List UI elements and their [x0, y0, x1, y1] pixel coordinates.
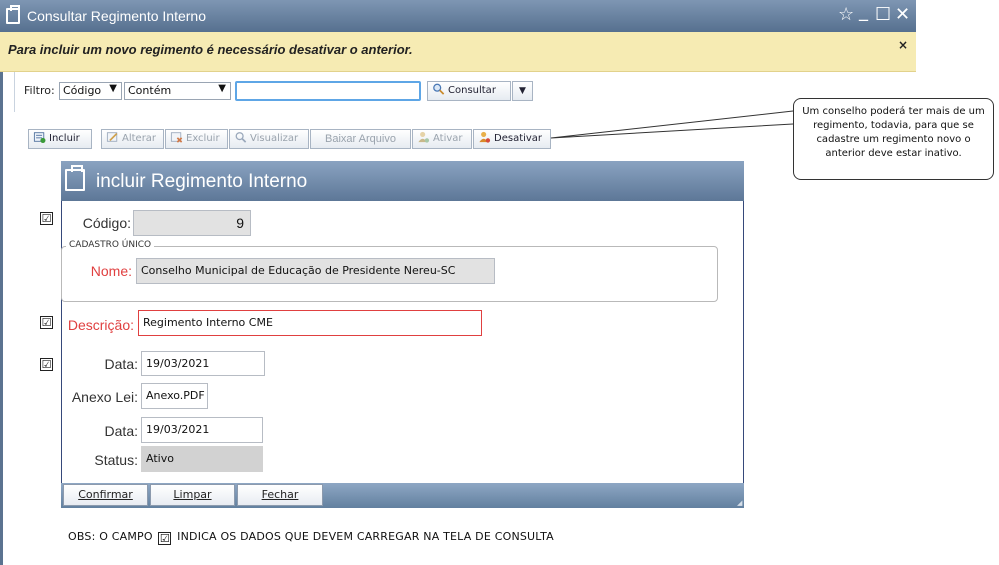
search-icon [433, 83, 445, 95]
user-activate-icon [418, 131, 430, 143]
data-input[interactable]: 19/03/2021 [141, 351, 265, 376]
confirmar-label: Confirmar [78, 488, 133, 501]
filter-bar: Filtro: Código ▼ Contém ▼ Consultar ▼ [14, 72, 916, 112]
consulta-checkbox-descricao: ☑ [40, 316, 53, 329]
obs-text-after: INDICA OS DADOS QUE DEVEM CARREGAR NA TE… [177, 530, 554, 543]
codigo-field: 9 [133, 210, 251, 236]
favorite-star-icon[interactable]: ☆ [838, 5, 854, 25]
descricao-input[interactable]: Regimento Interno CME [138, 310, 482, 336]
excluir-button[interactable]: Excluir [165, 129, 228, 149]
confirmar-button[interactable]: Confirmar [63, 484, 148, 506]
chevron-down-icon: ▼ [109, 83, 117, 94]
data-input-2[interactable]: 19/03/2021 [141, 417, 263, 443]
filter-operator-select[interactable]: Contém ▼ [124, 82, 231, 100]
desativar-label: Desativar [494, 133, 543, 144]
callout-pointer [550, 110, 794, 139]
user-deactivate-icon [479, 131, 491, 143]
consult-button-label: Consultar [448, 85, 496, 96]
data-label: Data: [104, 356, 138, 372]
ativar-label: Ativar [433, 133, 463, 144]
limpar-button[interactable]: Limpar [150, 484, 235, 506]
excluir-label: Excluir [186, 133, 220, 144]
incluir-button[interactable]: Incluir [28, 129, 92, 149]
window-titlebar: Consultar Regimento Interno ☆ _ ☐ ✕ [0, 0, 916, 32]
visualizar-label: Visualizar [250, 133, 299, 144]
filter-search-input[interactable] [235, 81, 421, 101]
add-record-icon [33, 132, 46, 143]
alterar-label: Alterar [122, 133, 157, 144]
checkbox-icon: ☑ [158, 532, 172, 545]
cadastro-unico-legend: CADASTRO ÚNICO [66, 240, 155, 250]
notice-close-icon[interactable]: × [898, 38, 908, 52]
fechar-label: Fechar [261, 488, 299, 501]
filter-label: Filtro: [24, 84, 55, 97]
limpar-label: Limpar [173, 488, 212, 501]
window-left-border [0, 0, 3, 565]
filter-field-value: Código [63, 84, 102, 97]
alterar-button[interactable]: Alterar [101, 129, 164, 149]
incluir-label: Incluir [49, 133, 80, 144]
codigo-label: Código: [82, 215, 131, 231]
desativar-button[interactable]: Desativar [473, 129, 551, 149]
chevron-down-icon: ▼ [218, 83, 226, 94]
nome-field: Conselho Municipal de Educação de Presid… [136, 258, 495, 284]
clipboard-icon [6, 5, 20, 24]
consulta-checkbox-data: ☑ [40, 358, 53, 371]
fechar-button[interactable]: Fechar [237, 484, 323, 506]
consult-button[interactable]: Consultar [427, 81, 511, 101]
delete-icon [170, 132, 183, 143]
status-field: Ativo [141, 446, 263, 472]
maximize-button[interactable]: ☐ [875, 5, 891, 25]
chevron-down-icon: ▼ [519, 86, 526, 96]
dialog-title: incluir Regimento Interno [96, 171, 308, 192]
close-button[interactable]: ✕ [895, 5, 910, 25]
obs-note: OBS: O CAMPO ☑ INDICA OS DADOS QUE DEVEM… [68, 530, 554, 545]
ativar-button[interactable]: Ativar [412, 129, 472, 149]
callout-note: Um conselho poderá ter mais de um regime… [793, 98, 994, 180]
dialog-titlebar: incluir Regimento Interno [61, 161, 744, 201]
baixar-arquivo-button[interactable]: Baixar Arquivo [310, 129, 411, 149]
consult-dropdown-button[interactable]: ▼ [512, 81, 533, 101]
data-label: Data: [104, 423, 138, 439]
filter-field-select[interactable]: Código ▼ [59, 82, 122, 100]
resize-grip-icon[interactable]: ◢ [737, 499, 742, 507]
anexo-lei-file[interactable]: Anexo.PDF [141, 383, 208, 409]
clipboard-icon [65, 165, 85, 191]
notice-banner: Para incluir um novo regimento é necessá… [0, 32, 916, 72]
edit-icon [106, 132, 118, 142]
visualizar-button[interactable]: Visualizar [229, 129, 309, 149]
anexo-lei-label: Anexo Lei: [71, 389, 138, 405]
notice-text: Para incluir um novo regimento é necessá… [8, 42, 413, 57]
status-label: Status: [94, 452, 138, 468]
obs-text-before: OBS: O CAMPO [68, 530, 153, 543]
magnifier-icon [235, 132, 247, 143]
consulta-checkbox-codigo: ☑ [40, 212, 53, 225]
window-title: Consultar Regimento Interno [27, 8, 206, 24]
minimize-button[interactable]: _ [859, 2, 868, 22]
nome-label: Nome: [90, 263, 132, 279]
descricao-label: Descrição: [67, 317, 134, 333]
filter-operator-value: Contém [128, 84, 172, 97]
